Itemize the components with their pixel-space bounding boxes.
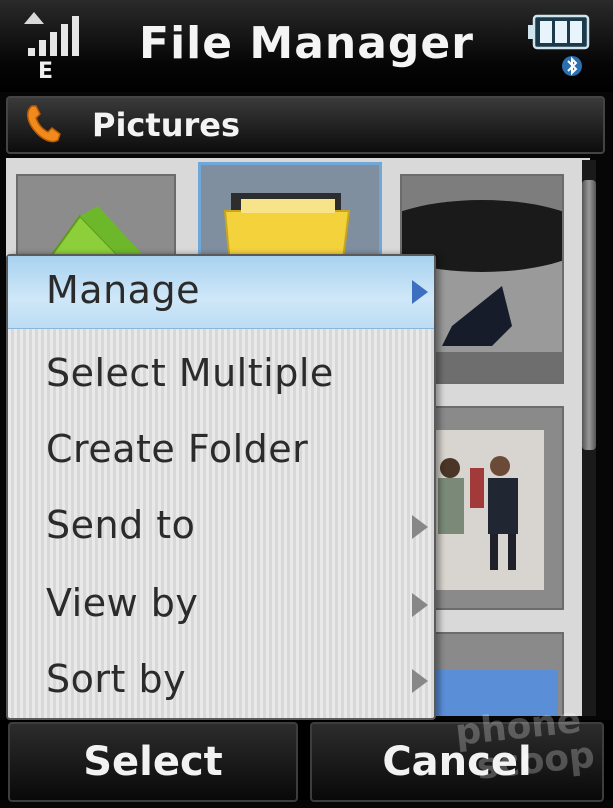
select-softkey[interactable]: Select — [8, 722, 298, 802]
folder-header: Pictures — [6, 96, 605, 154]
phonescoop-watermark: phone scoop — [453, 700, 613, 807]
options-menu: Manage Select Multiple Create Folder Sen… — [6, 254, 436, 720]
app-title: File Manager — [139, 18, 474, 69]
menu-item-select-multiple[interactable]: Select Multiple — [8, 339, 434, 411]
menu-item-send-to[interactable]: Send to — [8, 491, 434, 563]
submenu-arrow-icon — [412, 280, 428, 304]
scrollbar[interactable] — [582, 160, 596, 716]
submenu-arrow-icon — [412, 515, 428, 539]
menu-item-sort-by[interactable]: Sort by — [8, 645, 434, 717]
menu-item-label: Manage — [46, 268, 200, 312]
menu-item-view-by[interactable]: View by — [8, 569, 434, 641]
status-bar: E File Manager — [0, 0, 613, 92]
submenu-arrow-icon — [412, 593, 428, 617]
menu-item-create-folder[interactable]: Create Folder — [8, 415, 434, 487]
menu-item-label: Create Folder — [46, 427, 309, 471]
menu-item-label: Send to — [46, 503, 196, 547]
menu-item-label: View by — [46, 581, 199, 625]
submenu-arrow-icon — [412, 669, 428, 693]
scrollbar-thumb[interactable] — [582, 180, 596, 450]
menu-item-label: Sort by — [46, 657, 187, 701]
phone-handset-icon — [27, 105, 61, 143]
bluetooth-icon — [562, 56, 582, 76]
battery-icon — [528, 14, 590, 76]
menu-item-label: Select Multiple — [46, 351, 334, 395]
menu-item-manage[interactable]: Manage — [8, 256, 434, 329]
folder-title: Pictures — [92, 106, 240, 144]
